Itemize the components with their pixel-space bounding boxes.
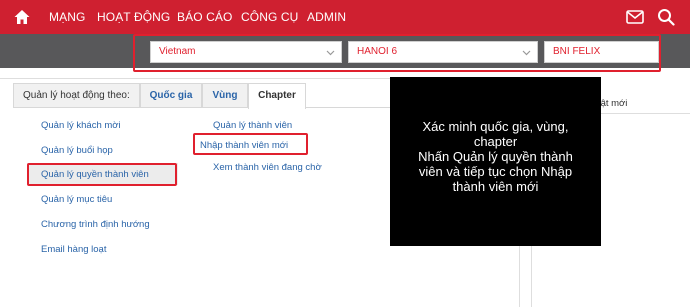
caption-line: Xác minh quốc gia, vùng, <box>422 119 569 134</box>
tab-country[interactable]: Quốc gia <box>140 83 202 107</box>
caption-line: chapter <box>473 134 518 149</box>
instruction-caption: Xác minh quốc gia, vùng, chapter Nhấn Qu… <box>390 77 601 246</box>
nav-hoat-dong[interactable]: HOẠT ĐỘNG <box>97 10 170 24</box>
add-member-highlight-box <box>193 133 308 155</box>
menu-goal-management[interactable]: Quản lý mục tiêu <box>41 194 112 205</box>
menu-bulk-email[interactable]: Email hàng loạt <box>41 244 106 255</box>
tab-region[interactable]: Vùng <box>202 83 248 107</box>
caption-line: viên và tiếp tục chọn Nhập <box>418 164 573 179</box>
caption-line: thành viên mới <box>452 179 539 194</box>
membership-highlight-box <box>27 163 177 186</box>
nav-admin[interactable]: ADMIN <box>307 10 346 24</box>
menu-guest-management[interactable]: Quản lý khách mời <box>41 120 121 131</box>
menu-meeting-management[interactable]: Quản lý buổi họp <box>41 145 113 156</box>
filter-highlight-box <box>133 34 661 72</box>
tab-chapter[interactable]: Chapter <box>248 83 306 109</box>
nav-cong-cu[interactable]: CÔNG CỤ <box>241 10 298 24</box>
caption-line: Nhấn Quản lý quyền thành <box>418 149 573 164</box>
tabs-lead-label: Quản lý hoạt động theo: <box>13 83 140 107</box>
home-icon[interactable] <box>13 8 31 26</box>
submenu-member-management[interactable]: Quản lý thành viên <box>213 120 292 131</box>
menu-orientation-program[interactable]: Chương trình định hướng <box>41 219 150 230</box>
mail-icon[interactable] <box>626 10 644 24</box>
submenu-pending-members[interactable]: Xem thành viên đang chờ <box>213 162 322 173</box>
search-icon[interactable] <box>657 8 675 26</box>
nav-mang[interactable]: MẠNG <box>49 10 85 24</box>
nav-bao-cao[interactable]: BÁO CÁO <box>177 10 232 24</box>
